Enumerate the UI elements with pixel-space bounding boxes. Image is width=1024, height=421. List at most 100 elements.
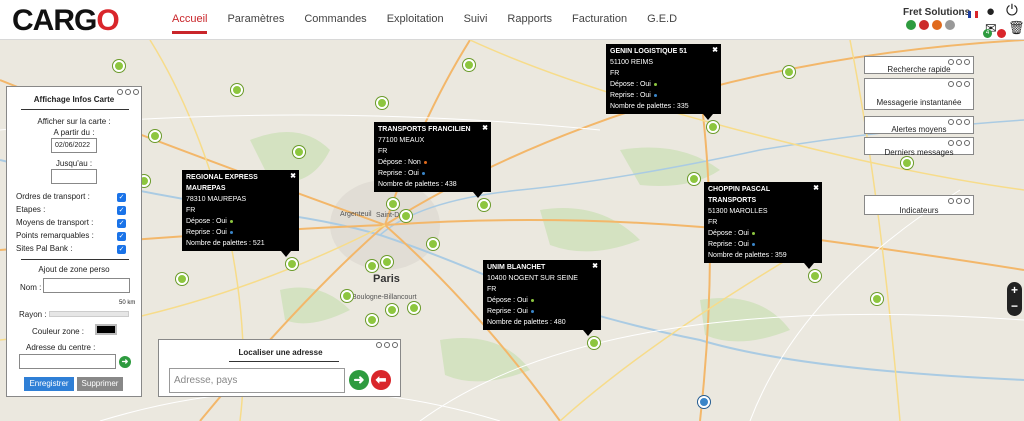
map-marker[interactable]	[688, 173, 700, 185]
close-icon[interactable]: ✖	[592, 261, 598, 272]
quick-search-panel[interactable]: Recherche rapide	[864, 56, 974, 74]
close-icon[interactable]: ✖	[813, 183, 819, 194]
zone-name-input[interactable]	[43, 278, 130, 293]
close-icon[interactable]: ✖	[482, 123, 488, 134]
delete-button[interactable]: Supprimer	[77, 377, 123, 391]
nav-facturation[interactable]: Facturation	[572, 13, 627, 34]
map-marker[interactable]	[901, 157, 913, 169]
display-label: Afficher sur la carte :	[37, 117, 111, 126]
divider	[229, 361, 339, 362]
map-marker[interactable]	[231, 84, 243, 96]
check-ordres[interactable]: ✓	[117, 193, 126, 202]
power-icon[interactable]: ⏻	[1006, 2, 1018, 19]
map-label-paris: Paris	[373, 273, 400, 285]
check-moyens[interactable]: ✓	[117, 219, 126, 228]
panel-title: Affichage Infos Carte	[33, 95, 115, 104]
company-name: Fret Solutions	[903, 7, 971, 18]
map-marker[interactable]	[176, 273, 188, 285]
map-marker[interactable]	[588, 337, 600, 349]
check-etapes[interactable]: ✓	[117, 206, 126, 215]
zoom-control: + −	[1007, 282, 1022, 316]
map-marker[interactable]	[387, 198, 399, 210]
french-flag-icon[interactable]	[968, 11, 978, 18]
map-marker[interactable]	[871, 293, 883, 305]
from-date-input[interactable]: 02/06/2022	[51, 138, 97, 153]
nav-rapports[interactable]: Rapports	[507, 13, 552, 34]
map-marker[interactable]	[113, 60, 125, 72]
save-button[interactable]: Enregistrer	[24, 377, 74, 391]
user-icon[interactable]: ●	[986, 3, 995, 20]
locate-center-button[interactable]: ➜	[119, 356, 131, 368]
map-marker[interactable]	[783, 66, 795, 78]
info-box-francilien: ✖ TRANSPORTS FRANCILIEN 77100 MEAUX FR D…	[374, 122, 491, 198]
trash-icon[interactable]: 🗑	[1008, 20, 1024, 36]
map-marker[interactable]	[707, 121, 719, 133]
check-row: Ordres de transport :	[16, 192, 90, 201]
search-address-button[interactable]: ➜	[349, 370, 369, 390]
top-header: CARGO Accueil Paramètres Commandes Explo…	[0, 0, 1024, 40]
instant-messaging-panel[interactable]: Messagerie instantanée	[864, 78, 974, 110]
until-date-input[interactable]	[51, 169, 97, 184]
map-marker[interactable]	[286, 258, 298, 270]
map-info-panel: Affichage Infos Carte Afficher sur la ca…	[6, 86, 142, 397]
vehicle-alerts-panel[interactable]: Alertes moyens	[864, 116, 974, 134]
check-row: Etapes :	[16, 205, 46, 214]
from-label: A partir du :	[53, 128, 95, 137]
map-marker-selected[interactable]	[698, 396, 710, 408]
close-icon[interactable]: ✖	[290, 171, 296, 182]
mail-badge: 4	[983, 29, 992, 38]
map-marker[interactable]	[809, 270, 821, 282]
map-marker[interactable]	[463, 59, 475, 71]
main-nav: Accueil Paramètres Commandes Exploitatio…	[172, 13, 677, 34]
radius-value: 50 km	[119, 300, 136, 306]
nav-ged[interactable]: G.E.D	[647, 13, 677, 34]
map-label-argenteuil: Argenteuil	[340, 211, 372, 218]
zoom-in-button[interactable]: +	[1007, 282, 1022, 298]
info-box-blanchet: ✖ UNIM BLANCHET 10400 NOGENT SUR SEINE F…	[483, 260, 601, 336]
map-marker[interactable]	[408, 302, 420, 314]
map-marker[interactable]	[293, 146, 305, 158]
color-label: Couleur zone :	[32, 327, 85, 336]
map-marker[interactable]	[366, 260, 378, 272]
zoom-out-button[interactable]: −	[1007, 298, 1022, 314]
map-marker[interactable]	[381, 256, 393, 268]
nav-parametres[interactable]: Paramètres	[227, 13, 284, 34]
company-icon-4	[945, 20, 955, 30]
company-icon-1	[906, 20, 916, 30]
check-points[interactable]: ✓	[117, 232, 126, 241]
map-marker[interactable]	[427, 238, 439, 250]
center-address-input[interactable]	[19, 354, 116, 369]
map-marker[interactable]	[149, 130, 161, 142]
info-box-maurepas: ✖ REGIONAL EXPRESS MAUREPAS 78310 MAUREP…	[182, 170, 299, 257]
address-input[interactable]: Adresse, pays	[169, 368, 345, 393]
locate-title: Localiser une adresse	[238, 348, 323, 357]
radius-slider[interactable]	[49, 311, 129, 317]
info-box-genin: ✖ GENIN LOGISTIQUE 51 51100 REIMS FR Dép…	[606, 44, 721, 120]
map-marker[interactable]	[341, 290, 353, 302]
company-icon-3	[932, 20, 942, 30]
map-marker[interactable]	[366, 314, 378, 326]
check-palbank[interactable]: ✓	[117, 245, 126, 254]
indicators-panel[interactable]: Indicateurs	[864, 195, 974, 215]
company-icons	[906, 20, 955, 30]
map-marker[interactable]	[376, 97, 388, 109]
check-row: Sites Pal Bank :	[16, 244, 73, 253]
map-marker[interactable]	[478, 199, 490, 211]
company-icon-2	[919, 20, 929, 30]
close-icon[interactable]: ✖	[712, 45, 718, 56]
map-marker[interactable]	[400, 210, 412, 222]
nav-accueil[interactable]: Accueil	[172, 13, 208, 34]
last-messages-panel[interactable]: Derniers messages	[864, 137, 974, 157]
divider	[21, 109, 129, 110]
nav-commandes[interactable]: Commandes	[304, 13, 366, 34]
cargo-logo[interactable]: CARGO	[12, 4, 120, 38]
map-label-boulogne: Boulogne-Billancourt	[352, 294, 417, 301]
check-row: Points remarquables :	[16, 231, 94, 240]
nav-suivi[interactable]: Suivi	[464, 13, 488, 34]
name-label: Nom :	[20, 283, 42, 292]
nav-exploitation[interactable]: Exploitation	[387, 13, 444, 34]
map-marker[interactable]	[386, 304, 398, 316]
clear-address-button[interactable]: ⬅	[371, 370, 391, 390]
alert-badge	[997, 29, 1006, 38]
zone-color-picker[interactable]	[95, 324, 117, 335]
